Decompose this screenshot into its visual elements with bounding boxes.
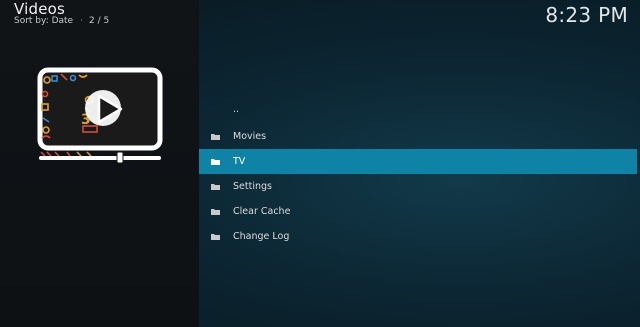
list-item-parent[interactable]: .. xyxy=(199,99,637,124)
list-item-tv[interactable]: TV xyxy=(199,149,637,174)
separator-dot: · xyxy=(80,16,83,26)
directory-list[interactable]: .. Movies TV Settings Clear Cache Change… xyxy=(199,99,637,249)
addon-thumbnail-icon: 3 o xyxy=(37,67,163,164)
folder-icon xyxy=(211,209,220,215)
list-item-clear-cache[interactable]: Clear Cache xyxy=(199,199,637,224)
info-panel: Videos Sort by: Date·2 / 5 3 o xyxy=(0,0,199,327)
list-item-label: Change Log xyxy=(233,231,290,242)
folder-icon xyxy=(211,134,220,140)
list-item-movies[interactable]: Movies xyxy=(199,124,637,149)
list-item-label: Movies xyxy=(233,131,267,142)
kodi-screen: Videos Sort by: Date·2 / 5 3 o xyxy=(0,0,640,327)
list-item-settings[interactable]: Settings xyxy=(199,174,637,199)
progress-slider xyxy=(39,151,161,164)
list-item-label: Settings xyxy=(233,181,272,192)
list-item-change-log[interactable]: Change Log xyxy=(199,224,637,249)
list-item-label: .. xyxy=(233,104,240,115)
sort-label: Sort by: Date xyxy=(14,16,74,26)
folder-icon xyxy=(211,234,220,240)
list-item-label: TV xyxy=(233,156,246,167)
item-position: 2 / 5 xyxy=(88,16,110,26)
folder-icon xyxy=(211,184,220,190)
list-item-label: Clear Cache xyxy=(233,206,291,217)
folder-icon xyxy=(211,159,220,165)
sort-status[interactable]: Sort by: Date · 2 / 5 xyxy=(14,16,109,27)
clock: 8:23 PM xyxy=(545,3,628,27)
